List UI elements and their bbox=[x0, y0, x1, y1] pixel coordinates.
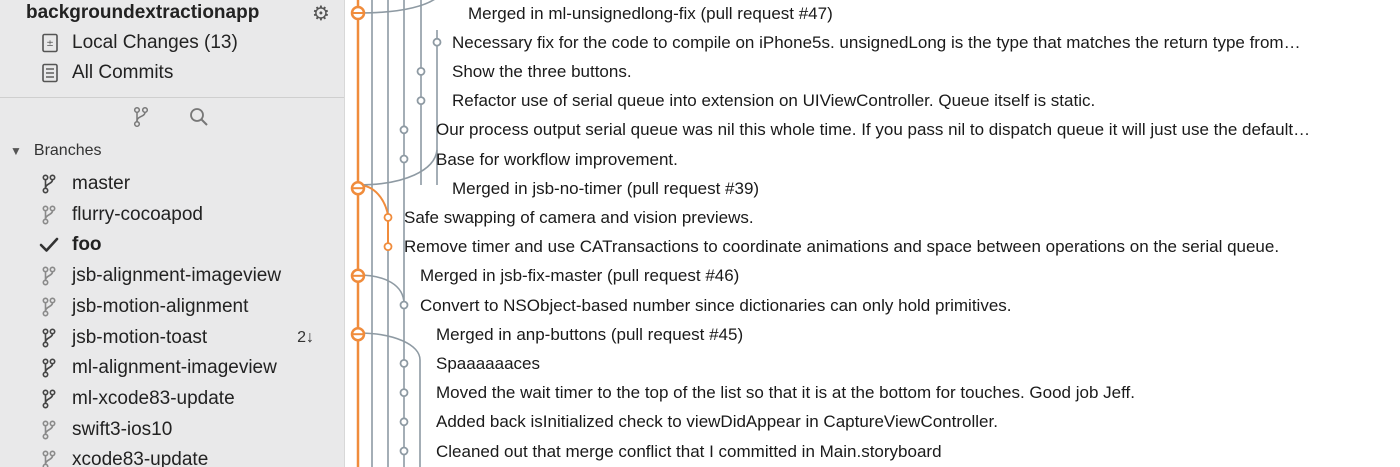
commit-row[interactable]: Necessary fix for the code to compile on… bbox=[452, 28, 1301, 57]
commit-dot bbox=[432, 37, 442, 47]
all-commits-icon bbox=[38, 63, 62, 83]
branch-label: jsb-motion-toast bbox=[72, 326, 208, 348]
graph-branch-curve bbox=[357, 184, 389, 245]
graph-branch-curve bbox=[357, 332, 421, 467]
nav-local-changes-label: Local Changes (13) bbox=[72, 32, 238, 53]
commit-row[interactable]: Base for workflow improvement. bbox=[436, 145, 678, 174]
commit-row[interactable]: Spaaaaaaces bbox=[436, 349, 540, 378]
branch-icon bbox=[38, 420, 60, 440]
branch-icon bbox=[38, 327, 60, 348]
commit-row[interactable]: Remove timer and use CATransactions to c… bbox=[404, 232, 1279, 261]
merge-commit-row[interactable]: Merged in anp-buttons (pull request #45) bbox=[436, 320, 743, 349]
branch-icon bbox=[38, 174, 60, 194]
checkmark-icon bbox=[38, 236, 60, 254]
graph-branch-curve bbox=[357, 274, 405, 305]
svg-text:±: ± bbox=[46, 39, 54, 49]
commit-row[interactable]: Added back isInitialized check to viewDi… bbox=[436, 407, 998, 436]
disclosure-triangle-icon[interactable]: ▼ bbox=[10, 144, 22, 158]
commit-row[interactable]: Refactor use of serial queue into extens… bbox=[452, 86, 1095, 115]
nav-local-changes[interactable]: ± Local Changes (13) bbox=[38, 29, 238, 57]
commit-row[interactable]: Cleaned out that merge conflict that I c… bbox=[436, 437, 942, 466]
search-icon[interactable] bbox=[188, 106, 210, 133]
commit-row[interactable]: Moved the wait timer to the top of the l… bbox=[436, 378, 1135, 407]
branch-icon bbox=[38, 266, 60, 286]
branch-label: ml-alignment-imageview bbox=[72, 357, 277, 379]
branch-icon bbox=[38, 450, 60, 467]
local-changes-icon: ± bbox=[38, 33, 62, 53]
commit-dot bbox=[399, 358, 409, 368]
commit-row[interactable]: Convert to NSObject-based number since d… bbox=[420, 291, 1012, 320]
branch-label: jsb-alignment-imageview bbox=[72, 265, 282, 287]
merge-commit-row[interactable]: Merged in jsb-fix-master (pull request #… bbox=[420, 261, 739, 290]
commit-dot bbox=[416, 67, 426, 76]
commit-dot bbox=[399, 417, 409, 427]
branch-icon bbox=[38, 297, 60, 317]
graph-branch-curve bbox=[357, 0, 435, 14]
branch-label: xcode83-update bbox=[72, 449, 209, 467]
commit-dot bbox=[399, 300, 409, 310]
nav-all-commits[interactable]: All Commits bbox=[38, 59, 173, 87]
branch-icon bbox=[38, 358, 60, 378]
branch-item[interactable]: xcode83-update bbox=[38, 446, 328, 467]
merge-commit-row[interactable]: Merged in ml-unsignedlong-fix (pull requ… bbox=[468, 0, 833, 28]
nav-all-commits-label: All Commits bbox=[72, 62, 174, 83]
commit-dot bbox=[399, 125, 409, 135]
branch-item[interactable]: ml-alignment-imageview bbox=[38, 354, 328, 382]
branch-item[interactable]: swift3-ios10 bbox=[38, 416, 328, 444]
branch-item[interactable]: jsb-motion-toast 2↓ bbox=[38, 324, 328, 352]
branch-filter-icon[interactable] bbox=[132, 106, 150, 133]
branch-label: flurry-cocoapod bbox=[72, 203, 203, 225]
branch-label: foo bbox=[72, 234, 102, 256]
branch-item[interactable]: ml-xcode83-update bbox=[38, 385, 328, 413]
branch-item[interactable]: jsb-alignment-imageview bbox=[38, 262, 328, 290]
branch-item[interactable]: foo bbox=[38, 231, 328, 259]
branches-section-label: Branches bbox=[33, 142, 102, 159]
commit-list: Merged in ml-unsignedlong-fix (pull requ… bbox=[345, 0, 1400, 467]
branch-icon bbox=[38, 205, 60, 225]
commit-row[interactable]: Safe swapping of camera and vision previ… bbox=[404, 203, 754, 232]
branch-icon bbox=[38, 389, 60, 409]
commit-dot bbox=[383, 212, 393, 222]
branch-item[interactable]: master bbox=[38, 170, 328, 198]
commit-row[interactable]: Show the three buttons. bbox=[452, 57, 632, 86]
branch-item[interactable]: flurry-cocoapod bbox=[38, 201, 328, 229]
repo-title[interactable]: backgroundextractionapp bbox=[26, 2, 259, 24]
commit-dot bbox=[399, 446, 409, 456]
graph-branch-curve bbox=[357, 149, 438, 186]
commit-dot bbox=[399, 154, 409, 164]
branch-label: master bbox=[72, 173, 131, 194]
gear-icon[interactable]: ⚙ bbox=[312, 1, 330, 26]
merge-commit-row[interactable]: Merged in jsb-no-timer (pull request #39… bbox=[452, 174, 759, 203]
commit-dot bbox=[383, 242, 393, 252]
branch-label: jsb-motion-alignment bbox=[72, 295, 249, 317]
branch-item[interactable]: jsb-motion-alignment bbox=[38, 293, 328, 321]
behind-count-badge: 2↓ bbox=[297, 328, 314, 346]
commit-row[interactable]: Our process output serial queue was nil … bbox=[436, 115, 1310, 144]
commit-dot bbox=[416, 96, 426, 105]
sidebar-divider bbox=[0, 97, 344, 98]
sidebar: backgroundextractionapp ⚙ ± Local Change… bbox=[0, 0, 345, 467]
branch-label: swift3-ios10 bbox=[72, 418, 173, 440]
branches-section-header[interactable]: ▼ Branches bbox=[10, 142, 101, 160]
branch-label: ml-xcode83-update bbox=[72, 387, 235, 409]
commit-dot bbox=[399, 388, 409, 398]
